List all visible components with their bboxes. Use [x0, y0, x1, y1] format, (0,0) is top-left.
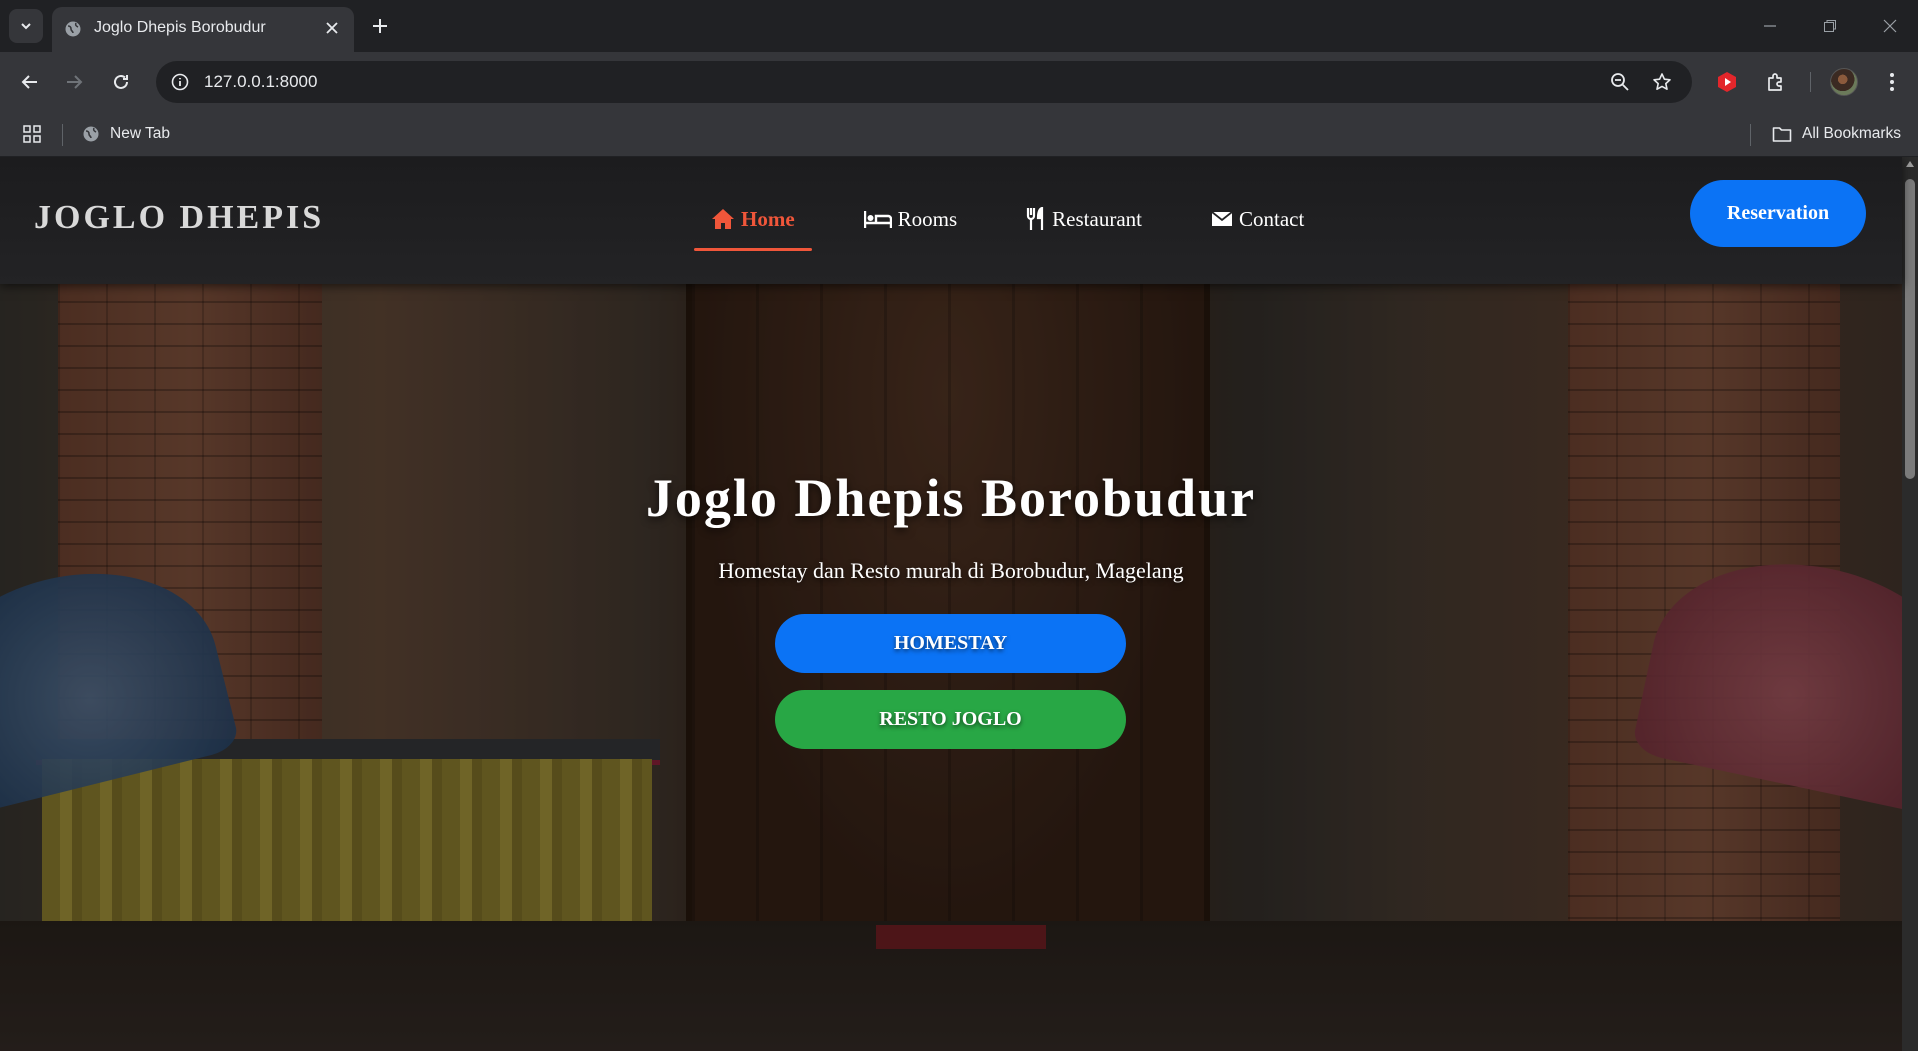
toolbar-divider: [1810, 72, 1811, 92]
minimize-icon: [1764, 25, 1776, 27]
bookmarks-divider: [62, 124, 63, 146]
utensils-icon: [1027, 207, 1044, 230]
arrow-left-icon: [21, 75, 37, 89]
main-menu: Home Rooms Restaurant Contact: [694, 197, 1356, 251]
apps-grid-icon: [23, 125, 41, 143]
close-icon: [1883, 19, 1897, 33]
youtube-extension-icon: [1718, 72, 1736, 92]
bookmarks-divider: [1750, 124, 1751, 146]
url-text[interactable]: 127.0.0.1:8000: [204, 72, 317, 92]
youtube-extension-button[interactable]: [1711, 66, 1743, 98]
arrow-right-icon: [67, 75, 83, 89]
home-icon: [712, 209, 734, 229]
bookmark-new-tab[interactable]: New Tab: [78, 120, 174, 148]
plus-icon: [373, 19, 387, 33]
nav-home[interactable]: Home: [694, 197, 812, 251]
folder-icon: [1772, 127, 1792, 142]
site-info-button[interactable]: [164, 66, 196, 98]
bookmark-star-button[interactable]: [1646, 66, 1678, 98]
page-scrollbar[interactable]: [1902, 157, 1918, 1051]
forward-button[interactable]: [58, 66, 90, 98]
restore-button[interactable]: [1808, 8, 1852, 44]
tab-title: Joglo Dhepis Borobudur: [94, 19, 266, 36]
puzzle-icon: [1768, 73, 1782, 91]
hero-overlay: [0, 157, 1902, 1051]
address-bar[interactable]: 127.0.0.1:8000: [156, 61, 1692, 103]
profile-avatar[interactable]: [1830, 68, 1858, 96]
page-viewport: JOGLO DHEPIS Home Rooms Restaurant Conta…: [0, 157, 1918, 1051]
extensions-button[interactable]: [1760, 66, 1792, 98]
browser-tab[interactable]: Joglo Dhepis Borobudur: [52, 7, 354, 52]
hero-subtitle: Homestay dan Resto murah di Borobudur, M…: [718, 558, 1184, 583]
star-icon: [1653, 73, 1671, 90]
nav-label: Rooms: [897, 206, 958, 231]
chevron-down-icon: [21, 23, 31, 30]
kebab-menu-icon: [1890, 73, 1894, 91]
back-button[interactable]: [14, 66, 46, 98]
site-logo[interactable]: JOGLO DHEPIS: [34, 199, 324, 237]
globe-icon: [83, 126, 99, 142]
restore-icon: [1824, 20, 1836, 32]
all-bookmarks-button[interactable]: All Bookmarks: [1768, 120, 1905, 148]
browser-toolbar: 127.0.0.1:8000: [0, 52, 1918, 112]
reservation-button[interactable]: Reservation: [1690, 180, 1866, 247]
tab-search-button[interactable]: [9, 9, 43, 43]
tab-close-button[interactable]: [320, 16, 344, 40]
nav-rooms[interactable]: Rooms: [847, 197, 975, 241]
homestay-button[interactable]: HOMESTAY: [775, 614, 1126, 673]
bed-icon: [863, 211, 892, 228]
scrollbar-thumb[interactable]: [1905, 179, 1915, 479]
bookmarks-bar: New Tab All Bookmarks: [0, 112, 1918, 157]
apps-button[interactable]: [20, 122, 44, 146]
nav-restaurant[interactable]: Restaurant: [1009, 197, 1159, 241]
resto-joglo-button[interactable]: RESTO JOGLO: [775, 690, 1126, 749]
nav-label: Contact: [1238, 206, 1305, 231]
nav-label: Home: [741, 206, 795, 231]
reload-icon: [114, 74, 128, 89]
browser-tabstrip: Joglo Dhepis Borobudur: [0, 0, 1918, 52]
scroll-up-arrow-icon[interactable]: [1906, 161, 1914, 167]
bookmark-label: All Bookmarks: [1802, 125, 1902, 142]
hero-title: Joglo Dhepis Borobudur: [645, 468, 1257, 528]
new-tab-button[interactable]: [366, 12, 394, 40]
minimize-button[interactable]: [1748, 8, 1792, 44]
envelope-icon: [1211, 211, 1233, 226]
info-icon: [171, 73, 189, 91]
browser-menu-button[interactable]: [1876, 66, 1908, 98]
close-icon: [326, 22, 338, 34]
nav-contact[interactable]: Contact: [1194, 197, 1321, 241]
globe-icon: [64, 20, 82, 43]
nav-label: Restaurant: [1052, 206, 1142, 231]
zoom-out-icon: [1611, 73, 1629, 91]
reload-button[interactable]: [105, 66, 137, 98]
zoom-button[interactable]: [1604, 66, 1636, 98]
hero-background-image: [0, 157, 1902, 1051]
site-navbar: JOGLO DHEPIS Home Rooms Restaurant Conta…: [0, 157, 1902, 284]
bookmark-label: New Tab: [110, 125, 171, 142]
close-window-button[interactable]: [1868, 8, 1912, 44]
